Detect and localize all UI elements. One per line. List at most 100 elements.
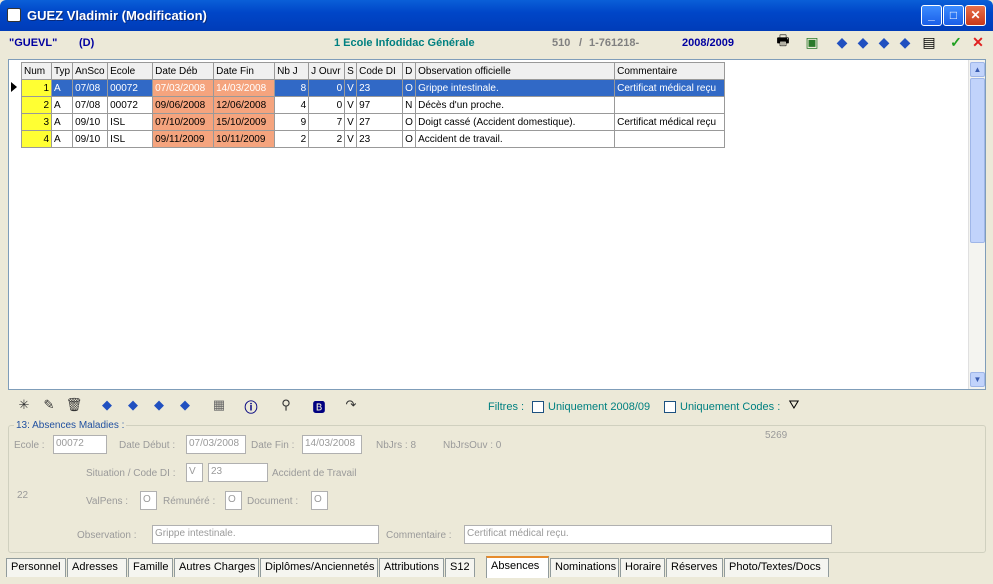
document-field[interactable]: O	[311, 491, 328, 510]
date-fin-field[interactable]: 14/03/2008	[302, 435, 362, 454]
year-label: 2008/2009	[682, 37, 734, 49]
col-d[interactable]: D	[402, 62, 417, 80]
valpens-field[interactable]: O	[140, 491, 157, 510]
filter-codes-label: Uniquement Codes :	[680, 401, 781, 413]
date-fin-label: Date Fin :	[251, 440, 295, 451]
ref-label: 5269	[765, 430, 788, 441]
col-observation[interactable]: Observation officielle	[415, 62, 616, 80]
situation-label: Situation / Code DI :	[86, 468, 176, 479]
tab-s12[interactable]: S12	[445, 558, 475, 577]
arrow-left-icon[interactable]: ◆	[853, 32, 873, 52]
tab-personnel[interactable]: Personnel	[6, 558, 66, 577]
col-code-di[interactable]: Code DI	[356, 62, 404, 80]
delete-record-icon[interactable]: 🗑	[64, 397, 84, 415]
code-label: "GUEVL"	[9, 37, 58, 49]
document-label: Document :	[247, 496, 299, 507]
valpens-label: ValPens :	[86, 496, 129, 507]
flag-label: (D)	[79, 37, 95, 49]
col-num[interactable]: Num	[21, 62, 52, 80]
nav-right-icon[interactable]: ◆	[149, 397, 169, 415]
calendar-icon[interactable]: ▦	[209, 397, 229, 415]
tab-famille[interactable]: Famille	[128, 558, 173, 577]
filter-year-checkbox[interactable]	[532, 401, 544, 413]
col-date-deb[interactable]: Date Déb	[152, 62, 215, 80]
ecole-field[interactable]: 00072	[53, 435, 107, 454]
code-di-text: Accident de Travail	[272, 468, 357, 479]
minimize-button[interactable]: _	[921, 5, 942, 26]
table-row[interactable]: 4 A 09/10 ISL 09/11/2009 10/11/2009 2 2 …	[21, 130, 726, 148]
redo-icon[interactable]: ↷	[341, 397, 361, 415]
nav-left-icon[interactable]: ◆	[123, 397, 143, 415]
print-icon[interactable]: 🖶	[773, 32, 793, 52]
side-number: 22	[17, 490, 29, 501]
table-row[interactable]: 3 A 09/10 ISL 07/10/2009 15/10/2009 9 7 …	[21, 113, 726, 131]
validate-icon[interactable]: ✓	[946, 32, 966, 52]
section-title: 13: Absences Maladies :	[14, 420, 127, 431]
separator-label: /	[579, 37, 583, 49]
table-row[interactable]: 1 A 07/08 00072 07/03/2008 14/03/2008 8 …	[21, 79, 726, 97]
tab-reserves[interactable]: Réserves	[666, 558, 723, 577]
col-nbj[interactable]: Nb J	[274, 62, 310, 80]
app-icon	[7, 8, 21, 22]
tab-nominations[interactable]: Nominations	[550, 558, 619, 577]
nav-down-icon[interactable]: ◆	[175, 397, 195, 415]
observation-field[interactable]: Grippe intestinale.	[152, 525, 379, 544]
tab-diplomes[interactable]: Diplômes/Anciennetés	[260, 558, 378, 577]
code-di-field[interactable]: 23	[208, 463, 268, 482]
nbjrsouv-label: NbJrsOuv : 0	[443, 440, 502, 451]
list-icon[interactable]: ▤	[919, 32, 939, 52]
table-header-row: Num Typ AnSco Ecole Date Déb Date Fin Nb…	[21, 62, 726, 80]
b-icon[interactable]: 🅱	[309, 397, 329, 415]
date-debut-field[interactable]: 07/03/2008	[186, 435, 246, 454]
absences-grid[interactable]: Num Typ AnSco Ecole Date Déb Date Fin Nb…	[8, 59, 986, 390]
nbjrs-label: NbJrs : 8	[376, 440, 417, 451]
tab-absences[interactable]: Absences	[486, 556, 549, 578]
col-typ[interactable]: Typ	[50, 62, 74, 80]
nav-up-icon[interactable]: ◆	[97, 397, 117, 415]
scroll-up-icon[interactable]: ▲	[970, 62, 985, 77]
col-ansco[interactable]: AnSco	[72, 62, 109, 80]
table-row[interactable]: 2 A 07/08 00072 09/06/2008 12/06/2008 4 …	[21, 96, 726, 114]
new-record-icon[interactable]: ✳	[14, 397, 34, 415]
situation-field[interactable]: V	[186, 463, 203, 482]
remunere-label: Rémunéré :	[163, 496, 216, 507]
info-icon[interactable]: ⓘ	[241, 397, 261, 415]
scroll-down-icon[interactable]: ▼	[970, 372, 985, 387]
scroll-thumb[interactable]	[970, 78, 985, 243]
school-label: 1 Ecole Infodidac Générale	[334, 37, 475, 49]
filters-label: Filtres :	[488, 401, 525, 413]
col-ecole[interactable]: Ecole	[107, 62, 154, 80]
close-window-button[interactable]: ✕	[965, 5, 986, 26]
title-bar: GUEZ Vladimir (Modification) _ □ ✕	[0, 0, 993, 31]
row-indicator-icon	[11, 82, 17, 92]
arrow-down-icon[interactable]: ◆	[895, 32, 915, 52]
arrow-right-icon[interactable]: ◆	[874, 32, 894, 52]
filter-year-label: Uniquement 2008/09	[548, 401, 651, 413]
tab-autres-charges[interactable]: Autres Charges	[174, 558, 259, 577]
tab-horaire[interactable]: Horaire	[620, 558, 665, 577]
commentaire-field[interactable]: Certificat médical reçu.	[464, 525, 832, 544]
remunere-field[interactable]: O	[225, 491, 242, 510]
tab-photo-textes-docs[interactable]: Photo/Textes/Docs	[724, 558, 829, 577]
arrow-up-icon[interactable]: ◆	[832, 32, 852, 52]
num2-label: 1-761218-	[589, 37, 640, 49]
col-date-fin[interactable]: Date Fin	[213, 62, 276, 80]
search-person-icon[interactable]: ⚲	[276, 397, 296, 415]
col-commentaire[interactable]: Commentaire	[614, 62, 726, 80]
vertical-scrollbar[interactable]: ▲ ▼	[968, 60, 985, 389]
num1-label: 510	[552, 37, 571, 49]
col-jouvr[interactable]: J Ouvr	[308, 62, 346, 80]
edit-record-icon[interactable]: ✎	[39, 397, 59, 415]
filter-icon[interactable]: ⛛	[784, 397, 804, 415]
maximize-button[interactable]: □	[943, 5, 964, 26]
commentaire-label: Commentaire :	[386, 530, 452, 541]
window-title: GUEZ Vladimir (Modification)	[27, 8, 207, 23]
cancel-icon[interactable]: ✕	[968, 32, 988, 52]
ecole-label: Ecole :	[14, 440, 45, 451]
date-debut-label: Date Début :	[119, 440, 176, 451]
tab-adresses[interactable]: Adresses	[67, 558, 127, 577]
tab-attributions[interactable]: Attributions	[379, 558, 444, 577]
col-s[interactable]: S	[344, 62, 358, 80]
database-icon[interactable]: ▣	[802, 32, 822, 52]
filter-codes-checkbox[interactable]	[664, 401, 676, 413]
